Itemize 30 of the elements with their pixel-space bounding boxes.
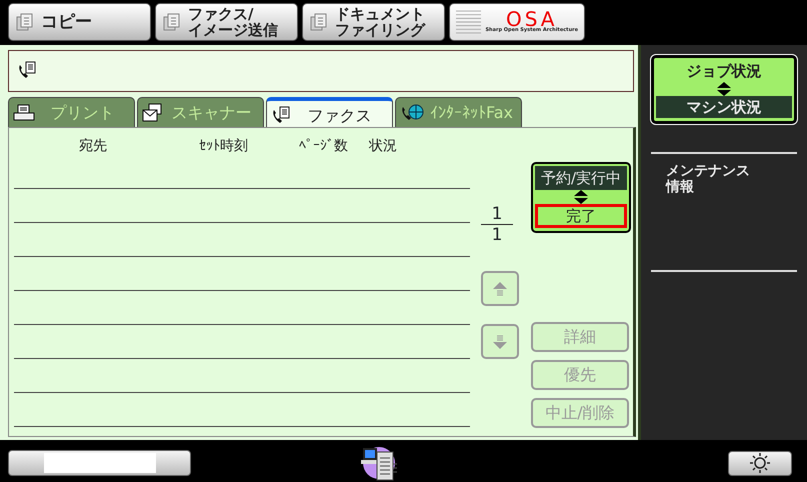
page-total: 1 [490, 225, 504, 245]
page-number: 1 [490, 204, 504, 224]
menu-button[interactable]: コピー [8, 3, 151, 41]
brightness-button[interactable] [728, 450, 792, 476]
up-down-arrow-icon [573, 190, 589, 204]
fax-icon [271, 106, 291, 126]
status-button[interactable] [8, 450, 191, 476]
printer-icon [13, 104, 35, 122]
column-header: ｾｯﾄ時刻 [199, 137, 249, 156]
mode-tab[interactable]: ファクス [266, 97, 393, 130]
fax-icon [17, 61, 37, 81]
menu-button[interactable]: ドキュメント ファイリング [302, 3, 445, 41]
up-down-arrow-icon [716, 82, 732, 96]
toggle-option[interactable]: 完了 [535, 204, 627, 228]
toggle-option[interactable]: マシン状況 [656, 96, 792, 118]
column-header: 宛先 [79, 137, 108, 156]
envelope-icon [142, 102, 164, 122]
column-header: 状況 [369, 137, 398, 156]
status-view-toggle[interactable]: ジョブ状況 マシン状況 [651, 55, 797, 124]
maintenance-info-link[interactable]: メンテナンス 情報 [651, 154, 797, 270]
toggle-option[interactable]: 予約/実行中 [535, 166, 627, 190]
sun-icon [749, 452, 771, 474]
column-header: ﾍﾟｰｼﾞ数 [299, 137, 349, 156]
logo-text: OSA [506, 11, 558, 27]
printer-status-icon [361, 444, 399, 482]
menu-button[interactable]: ファクス/ イメージ送信 [155, 3, 298, 41]
fax-globe-icon [400, 102, 426, 122]
up-arrow-icon [492, 280, 508, 296]
down-arrow-icon [492, 334, 508, 350]
job-view-toggle[interactable]: 予約/実行中 完了 [531, 162, 631, 233]
